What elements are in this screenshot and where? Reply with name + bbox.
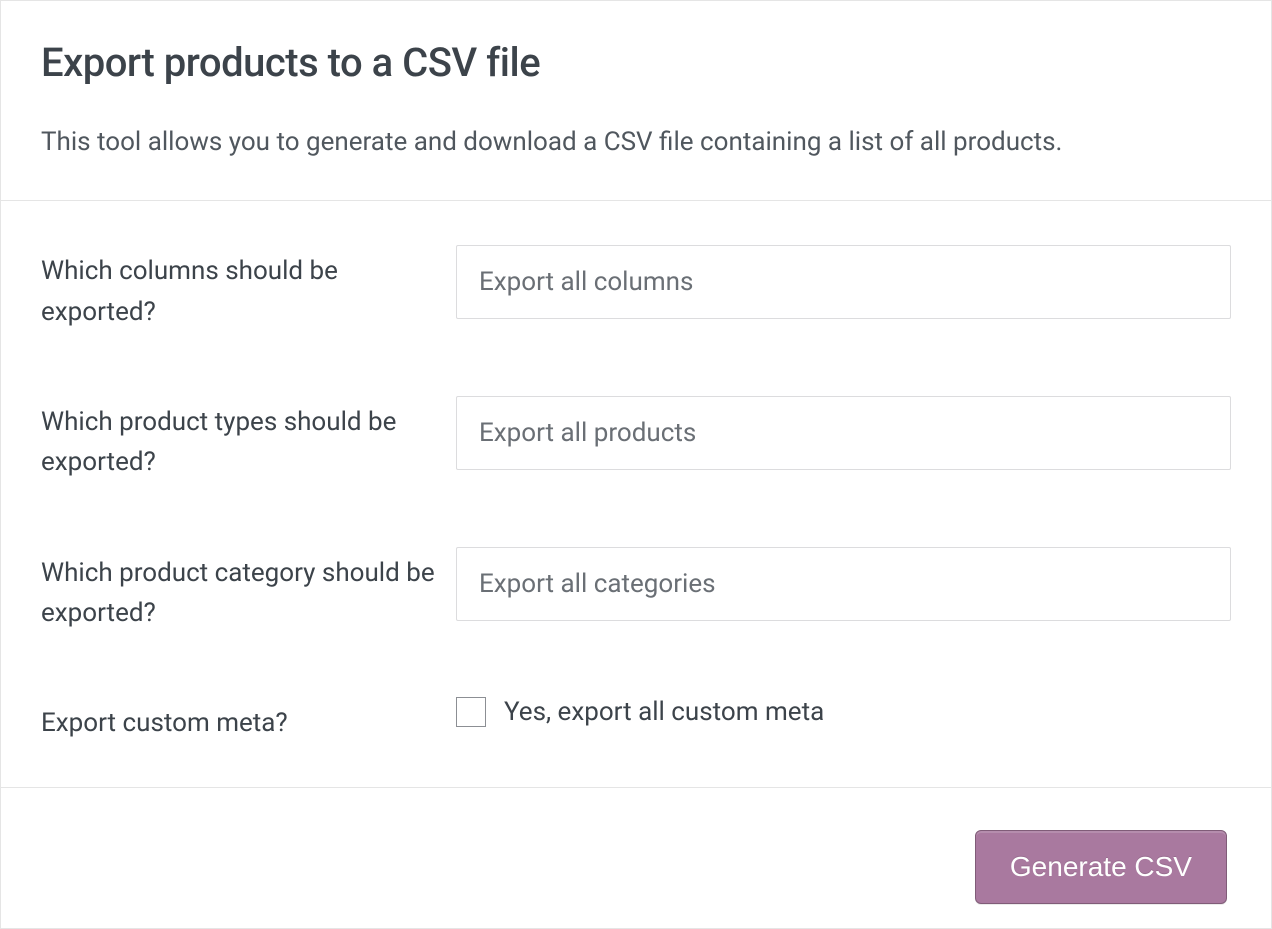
- product-types-select[interactable]: Export all products: [456, 396, 1231, 470]
- columns-select[interactable]: Export all columns: [456, 245, 1231, 319]
- product-types-select-placeholder: Export all products: [479, 418, 696, 448]
- row-categories: Which product category should be exporte…: [41, 547, 1231, 634]
- custom-meta-control: Yes, export all custom meta: [456, 697, 1231, 727]
- row-custom-meta: Export custom meta? Yes, export all cust…: [41, 697, 1231, 743]
- row-columns: Which columns should be exported? Export…: [41, 245, 1231, 332]
- categories-select-placeholder: Export all categories: [479, 569, 716, 599]
- page-title: Export products to a CSV file: [41, 39, 1231, 86]
- columns-control: Export all columns: [456, 245, 1231, 319]
- categories-label: Which product category should be exporte…: [41, 547, 456, 634]
- page-description: This tool allows you to generate and dow…: [41, 124, 1231, 160]
- panel-header: Export products to a CSV file This tool …: [1, 1, 1271, 201]
- custom-meta-checkbox-label[interactable]: Yes, export all custom meta: [504, 697, 824, 727]
- product-types-control: Export all products: [456, 396, 1231, 470]
- panel-footer: Generate CSV: [1, 788, 1271, 928]
- columns-select-placeholder: Export all columns: [479, 267, 693, 297]
- product-types-label: Which product types should be exported?: [41, 396, 456, 483]
- custom-meta-checkbox[interactable]: [456, 697, 486, 727]
- categories-select[interactable]: Export all categories: [456, 547, 1231, 621]
- export-panel: Export products to a CSV file This tool …: [0, 0, 1272, 929]
- generate-csv-button[interactable]: Generate CSV: [975, 830, 1227, 904]
- panel-body: Which columns should be exported? Export…: [1, 201, 1271, 788]
- custom-meta-label: Export custom meta?: [41, 697, 456, 743]
- row-product-types: Which product types should be exported? …: [41, 396, 1231, 483]
- categories-control: Export all categories: [456, 547, 1231, 621]
- custom-meta-checkbox-row: Yes, export all custom meta: [456, 697, 1231, 727]
- columns-label: Which columns should be exported?: [41, 245, 456, 332]
